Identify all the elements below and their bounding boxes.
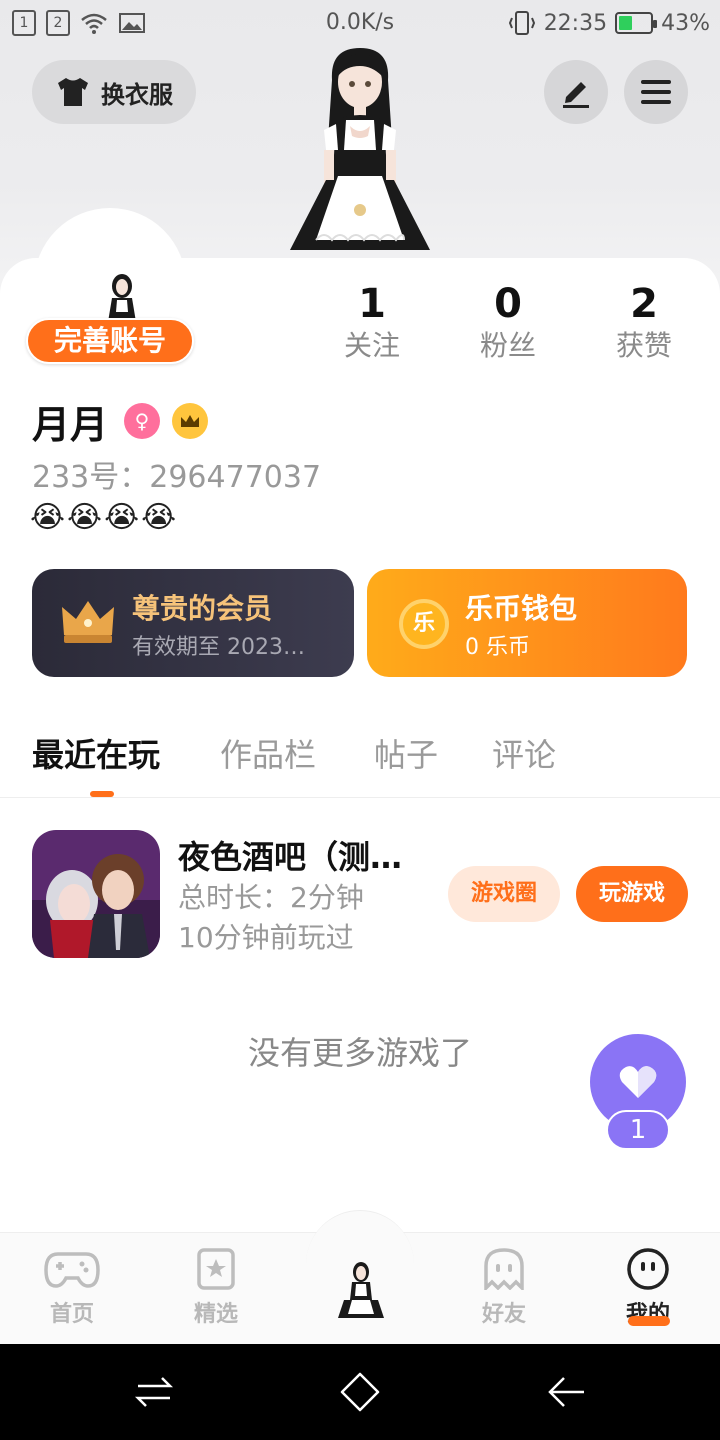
clock: 22:35 <box>543 10 608 36</box>
vip-membership-card[interactable]: 尊贵的会员 有效期至 2023… <box>32 569 354 677</box>
battery-percent: 43% <box>661 10 710 36</box>
avatar-thumbnail[interactable] <box>92 272 152 322</box>
followers-count: 0 <box>494 281 522 327</box>
followers-stat[interactable]: 0 粉丝 <box>448 280 568 364</box>
crown-icon <box>62 601 114 643</box>
play-game-button[interactable]: 玩游戏 <box>576 866 688 922</box>
tab-comments[interactable]: 评论 <box>492 730 556 776</box>
game-circle-button[interactable]: 游戏圈 <box>448 866 560 922</box>
bio: 😭😭😭😭 <box>30 500 179 535</box>
likes-label: 获赞 <box>615 329 672 362</box>
avatar-icon[interactable] <box>336 1260 386 1320</box>
game-last-played: 10分钟前玩过 <box>178 921 354 954</box>
nav-friends[interactable]: 好友 <box>454 1248 554 1328</box>
switch-apps-icon[interactable] <box>132 1370 176 1414</box>
divider <box>0 797 720 798</box>
nav-featured[interactable]: 精选 <box>166 1248 266 1328</box>
likes-count: 2 <box>630 281 658 327</box>
vip-title: 尊贵的会员 <box>132 592 273 625</box>
change-outfit-label: 换衣服 <box>101 80 173 109</box>
nav-friends-label: 好友 <box>481 1302 526 1327</box>
menu-button[interactable] <box>624 60 688 124</box>
nav-home[interactable]: 首页 <box>22 1248 122 1328</box>
ghost-icon <box>484 1248 524 1293</box>
followers-label: 粉丝 <box>479 329 536 362</box>
following-stat[interactable]: 1 关注 <box>312 280 432 364</box>
gamepad-icon <box>44 1252 100 1288</box>
likes-stat[interactable]: 2 获赞 <box>584 280 704 364</box>
account-id: 233号：296477037 <box>32 460 322 495</box>
star-bookmark-icon <box>197 1248 235 1290</box>
home-icon[interactable] <box>338 1370 382 1414</box>
wallet-card[interactable]: 乐 乐币钱包 0 乐币 <box>367 569 687 677</box>
game-title[interactable]: 夜色酒吧（测… <box>178 832 438 878</box>
game-duration: 总时长：2分钟 <box>178 881 364 914</box>
tab-posts[interactable]: 帖子 <box>374 730 438 776</box>
tab-recent-play[interactable]: 最近在玩 <box>32 730 160 776</box>
coin-icon: 乐 <box>399 599 449 649</box>
crown-icon[interactable] <box>172 403 208 439</box>
battery-icon <box>615 12 658 34</box>
wallet-balance: 0 乐币 <box>465 635 530 660</box>
complete-account-badge[interactable]: 完善账号 <box>26 318 194 364</box>
tab-works[interactable]: 作品栏 <box>220 730 316 776</box>
pencil-icon <box>563 82 589 108</box>
heart-count-badge: 1 <box>606 1110 670 1150</box>
nav-featured-label: 精选 <box>193 1302 238 1327</box>
nav-home-label: 首页 <box>49 1302 94 1327</box>
heart-icon <box>619 1066 657 1098</box>
following-count: 1 <box>358 281 386 327</box>
following-label: 关注 <box>343 329 400 362</box>
female-icon: ♀ <box>124 403 160 439</box>
change-outfit-button[interactable]: 换衣服 <box>32 60 196 124</box>
face-icon <box>627 1248 669 1290</box>
username: 月月 <box>32 403 109 447</box>
edit-profile-button[interactable] <box>544 60 608 124</box>
game-thumbnail[interactable] <box>32 830 160 958</box>
back-icon[interactable] <box>544 1370 588 1414</box>
vip-expiry: 有效期至 2023… <box>132 635 305 660</box>
tshirt-icon <box>58 78 88 106</box>
avatar-character-image[interactable] <box>280 40 440 262</box>
active-nav-indicator <box>628 1316 670 1326</box>
vibrate-icon <box>508 11 535 35</box>
menu-icon <box>641 80 671 104</box>
wallet-title: 乐币钱包 <box>465 592 578 625</box>
